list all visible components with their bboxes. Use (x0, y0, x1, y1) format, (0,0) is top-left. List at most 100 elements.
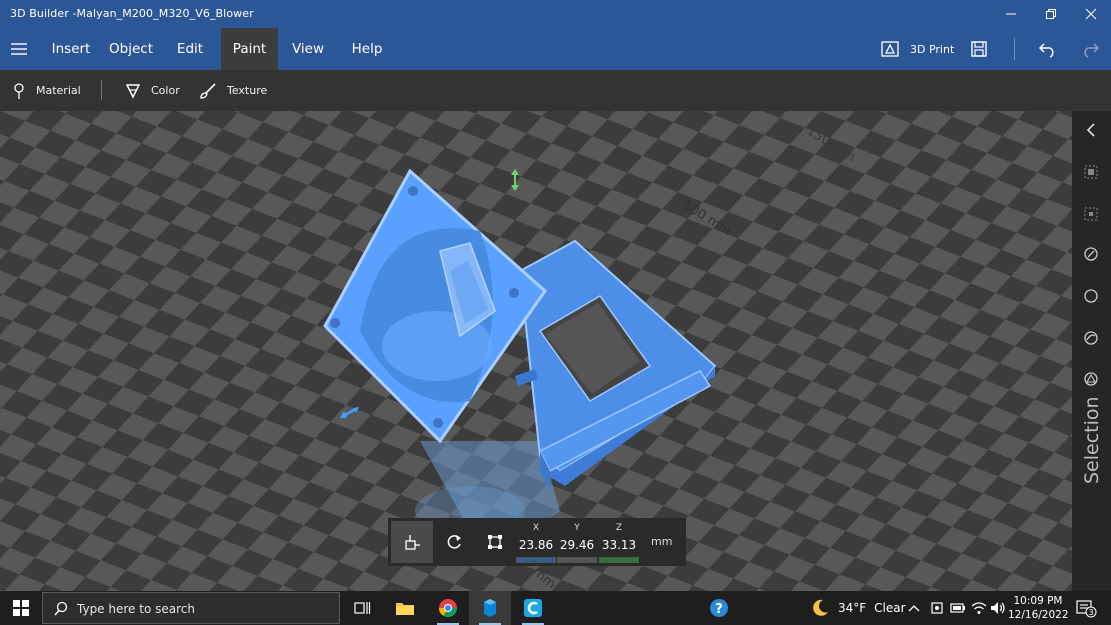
notification-count: 3 (1088, 608, 1093, 617)
triangle-select-button[interactable] (1082, 370, 1100, 388)
app-c-icon (524, 599, 542, 617)
rotate-icon (447, 535, 461, 549)
move-icon (405, 535, 420, 550)
restore-button[interactable] (1031, 0, 1071, 28)
file-explorer-button[interactable] (384, 591, 426, 625)
y-axis-bar (557, 557, 597, 563)
unit-label[interactable]: mm (651, 535, 672, 548)
search-placeholder: Type here to search (77, 602, 195, 616)
close-button[interactable] (1071, 0, 1111, 28)
menu-edit[interactable]: Edit (166, 28, 214, 70)
scale-tool-button[interactable] (474, 521, 516, 563)
texture-button[interactable]: Texture (199, 70, 267, 111)
x-axis-bar (516, 557, 556, 563)
z-axis-bar (599, 557, 639, 563)
x-label: X (532, 523, 540, 533)
save-icon (971, 41, 987, 57)
select-box-icon (1084, 207, 1098, 221)
3d-print-icon (881, 41, 899, 57)
window-title: 3D Builder -Malyan_M200_M320_V6_Blower (10, 7, 254, 20)
undo-button[interactable] (1038, 28, 1058, 70)
volume-indicator[interactable] (990, 591, 1006, 625)
notification-icon: 3 (1076, 600, 1097, 618)
chrome-icon (439, 599, 457, 618)
3d-builder-icon (484, 599, 496, 617)
battery-icon (950, 603, 965, 613)
redo-button[interactable] (1080, 28, 1100, 70)
z-label: Z (615, 523, 623, 533)
title-bar: 3D Builder -Malyan_M200_M320_V6_Blower (0, 0, 1111, 28)
y-coordinate[interactable]: Y 29.46 (557, 521, 597, 563)
help-button[interactable]: ? (698, 591, 740, 625)
clock-time: 10:09 PM (1013, 595, 1063, 607)
move-tool-button[interactable] (391, 521, 433, 563)
menu-object[interactable]: Object (104, 28, 158, 70)
start-button[interactable] (0, 591, 42, 625)
paint-select-button[interactable] (1082, 329, 1100, 347)
triangle-select-icon (1084, 372, 1098, 386)
show-hidden-icons-button[interactable] (908, 591, 920, 625)
task-view-button[interactable] (341, 591, 383, 625)
scale-icon (488, 535, 502, 549)
wifi-indicator[interactable] (971, 591, 987, 625)
brush-icon (200, 82, 216, 99)
z-value[interactable]: 33.13 (599, 538, 639, 552)
selection-label: Selection (1081, 396, 1103, 484)
battery-indicator[interactable] (950, 591, 966, 625)
circle-select-button[interactable] (1082, 287, 1100, 305)
select-all-button[interactable] (1082, 163, 1100, 181)
paint-select-icon (1084, 331, 1098, 345)
menu-paint[interactable]: Paint (221, 28, 278, 70)
undo-icon (1038, 43, 1054, 58)
3d-print-button[interactable]: 3D Print (880, 28, 954, 70)
x-coordinate[interactable]: X 23.86 (516, 521, 556, 563)
taskbar-search[interactable]: Type here to search (42, 592, 340, 624)
tray-app-icon[interactable] (930, 591, 944, 625)
select-box-button[interactable] (1082, 205, 1100, 223)
menu-insert[interactable]: Insert (44, 28, 98, 70)
save-button[interactable] (970, 28, 988, 70)
weather-widget[interactable]: 34°F Clear (810, 591, 906, 625)
clock-date: 12/16/2022 (1008, 609, 1069, 621)
material-icon (14, 82, 24, 99)
close-icon (1085, 8, 1097, 20)
task-view-icon (354, 602, 371, 614)
tray-device-icon (931, 602, 943, 614)
color-button[interactable]: Color (125, 70, 180, 111)
transform-panel: X 23.86 Y 29.46 Z 33.13 mm (388, 518, 686, 566)
chrome-button[interactable] (427, 591, 469, 625)
texture-label: Texture (227, 84, 268, 97)
svg-text:?: ? (715, 602, 723, 617)
paint-toolbar: Material Color Texture (0, 70, 1111, 111)
lasso-icon (1084, 247, 1098, 261)
redo-icon (1084, 43, 1100, 58)
y-label: Y (574, 523, 580, 533)
menu-help[interactable]: Help (341, 28, 393, 70)
3d-print-label: 3D Print (910, 42, 955, 56)
collapse-panel-button[interactable] (1082, 121, 1100, 139)
select-all-icon (1084, 165, 1098, 179)
minimize-button[interactable] (991, 0, 1031, 28)
notification-center-button[interactable]: 3 (1075, 591, 1097, 625)
z-coordinate[interactable]: Z 33.13 (599, 521, 639, 563)
app-c-button[interactable] (512, 591, 554, 625)
moon-icon (813, 599, 828, 616)
selection-label-container: Selection (1072, 396, 1111, 484)
lasso-button[interactable] (1082, 245, 1100, 263)
y-value[interactable]: 29.46 (557, 538, 597, 552)
weather-condition: Clear (874, 601, 906, 615)
3d-builder-taskbar-button[interactable] (469, 591, 511, 625)
paint-bucket-icon (125, 83, 141, 99)
menu-separator (1014, 38, 1015, 60)
x-value[interactable]: 23.86 (516, 538, 556, 552)
hamburger-menu-icon[interactable] (10, 41, 28, 57)
speaker-icon (991, 602, 1005, 614)
material-label: Material (36, 84, 81, 97)
menu-view[interactable]: View (284, 28, 332, 70)
rotate-tool-button[interactable] (433, 521, 475, 563)
menu-bar: Insert Object Edit Paint View Help 3D Pr… (0, 28, 1111, 70)
material-button[interactable]: Material (12, 70, 81, 111)
taskbar-clock[interactable]: 10:09 PM 12/16/2022 (1008, 594, 1069, 622)
folder-icon (396, 603, 414, 615)
taskbar: Type here to search ? 34°F Clear 10:09 P… (0, 591, 1111, 625)
